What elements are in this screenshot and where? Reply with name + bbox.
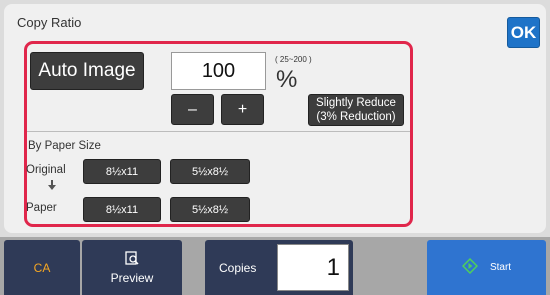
slightly-reduce-button[interactable]: Slightly Reduce (3% Reduction)	[308, 94, 404, 126]
preview-label: Preview	[110, 270, 154, 285]
paper-label: Paper	[26, 202, 57, 214]
panel-title: Copy Ratio	[17, 15, 82, 30]
copies-input[interactable]: 1	[277, 244, 349, 291]
ok-button[interactable]: OK	[507, 17, 540, 48]
plus-button[interactable]: +	[221, 94, 264, 125]
minus-button[interactable]: –	[171, 94, 214, 125]
clear-all-button[interactable]: CA	[4, 240, 80, 295]
original-size-button-letter[interactable]: 8½x11	[83, 159, 161, 184]
slightly-reduce-line2: (3% Reduction)	[316, 111, 396, 123]
auto-image-button[interactable]: Auto Image	[30, 52, 144, 90]
paper-size-title: By Paper Size	[28, 140, 101, 152]
slightly-reduce-line1: Slightly Reduce	[316, 97, 396, 109]
range-note: ( 25~200 )	[275, 55, 312, 64]
original-size-button-statement[interactable]: 5½x8½	[170, 159, 250, 184]
start-label: Start	[489, 262, 512, 273]
copies-label: Copies	[219, 261, 257, 275]
arrow-down-icon	[48, 180, 56, 193]
percent-unit: %	[276, 66, 298, 93]
start-icon	[461, 257, 478, 277]
section-divider	[27, 131, 410, 132]
paper-size-button-statement[interactable]: 5½x8½	[170, 197, 250, 222]
preview-button[interactable]: Preview	[82, 240, 182, 295]
ratio-input[interactable]: 100	[171, 52, 266, 90]
start-button[interactable]: Start	[427, 240, 546, 295]
preview-icon	[125, 250, 139, 268]
paper-size-button-letter[interactable]: 8½x11	[83, 197, 161, 222]
original-label: Original	[26, 164, 66, 176]
